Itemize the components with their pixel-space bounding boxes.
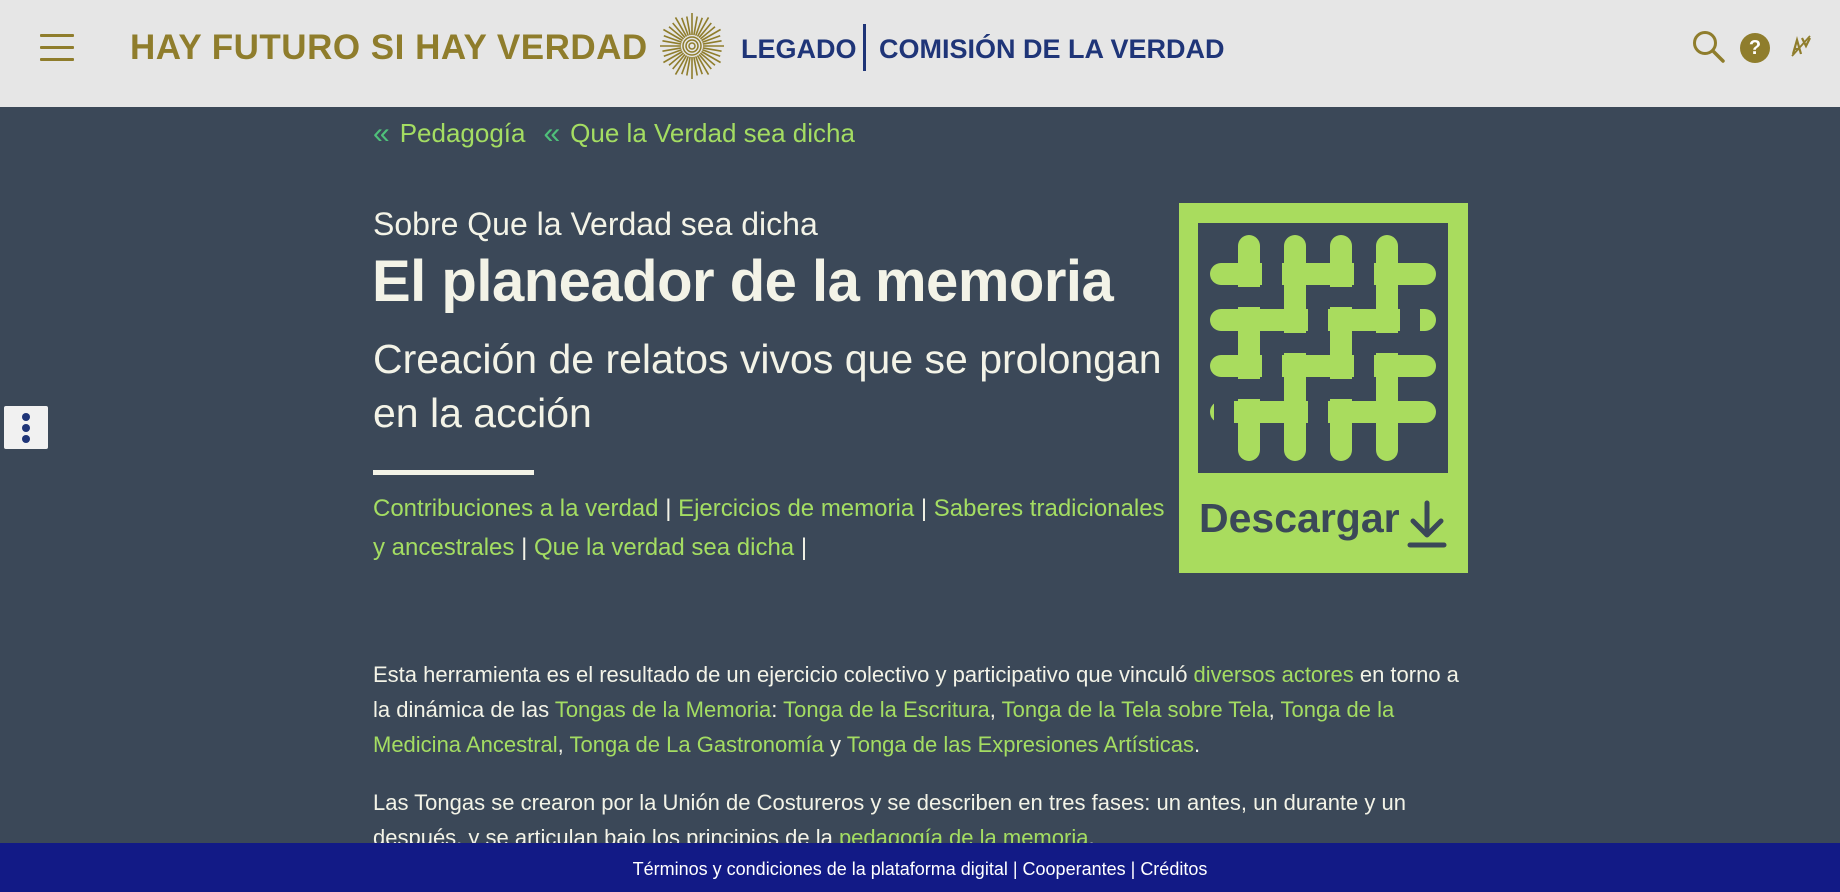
footer-separator: | [1130, 859, 1141, 879]
search-icon[interactable] [1692, 30, 1726, 64]
site-header: HAY FUTURO SI HAY VERDAD LEGADO COMISIÓN… [0, 0, 1840, 107]
tag-separator: | [920, 495, 934, 522]
link-tonga-gastronomia[interactable]: Tonga de La Gastronomía [569, 732, 823, 757]
menu-icon[interactable] [40, 34, 74, 62]
link-tongas-memoria[interactable]: Tongas de la Memoria [555, 697, 771, 722]
text: , [1268, 697, 1281, 722]
dot-icon [22, 413, 30, 421]
breadcrumb: « Pedagogía « Que la Verdad sea dicha [373, 118, 855, 149]
help-icon[interactable]: ? [1740, 33, 1770, 63]
footer-terms-link[interactable]: Términos y condiciones de la plataforma … [633, 859, 1008, 879]
dot-icon [22, 424, 30, 432]
link-diversos-actores[interactable]: diversos actores [1194, 662, 1354, 687]
text: Esta herramienta es el resultado de un e… [373, 662, 1194, 687]
page-subtitle: Creación de relatos vivos que se prolong… [373, 336, 1162, 436]
text: , [989, 697, 1002, 722]
text: y [823, 732, 847, 757]
page-title: El planeador de la memoria [372, 249, 1114, 314]
download-card[interactable]: Descargar [1179, 203, 1468, 573]
footer-cooperantes-link[interactable]: Cooperantes [1023, 859, 1126, 879]
link-tonga-escritura[interactable]: Tonga de la Escritura [783, 697, 990, 722]
breadcrumb-item-verdad[interactable]: « Que la Verdad sea dicha [543, 118, 854, 149]
text: , [557, 732, 570, 757]
text: . [1194, 732, 1201, 757]
link-tonga-tela[interactable]: Tonga de la Tela sobre Tela [1002, 697, 1269, 722]
tag-contribuciones[interactable]: Contribuciones a la verdad [373, 495, 659, 522]
weave-pattern-icon [1210, 235, 1436, 461]
breadcrumb-item-pedagogia[interactable]: « Pedagogía [373, 118, 525, 149]
double-chevron-left-icon: « [373, 116, 390, 150]
weave-panel [1198, 223, 1448, 473]
tag-ejercicios[interactable]: Ejercicios de memoria [678, 495, 914, 522]
download-icon[interactable] [1405, 499, 1449, 549]
download-label[interactable]: Descargar [1199, 495, 1400, 542]
side-options-button[interactable] [4, 406, 48, 449]
legado-label[interactable]: LEGADO [741, 34, 857, 65]
footer-separator: | [1012, 859, 1023, 879]
link-tonga-expresiones[interactable]: Tonga de las Expresiones Artísticas [847, 732, 1194, 757]
comision-label[interactable]: COMISIÓN DE LA VERDAD [879, 34, 1225, 65]
site-slogan[interactable]: HAY FUTURO SI HAY VERDAD [130, 28, 648, 68]
tag-separator: | [521, 534, 534, 561]
tag-separator: | [800, 534, 808, 561]
breadcrumb-label[interactable]: Que la Verdad sea dicha [570, 118, 855, 149]
sun-logo-icon[interactable] [660, 12, 724, 84]
site-footer: Términos y condiciones de la plataforma … [0, 843, 1840, 892]
double-chevron-left-icon: « [543, 116, 561, 150]
footer-creditos-link[interactable]: Créditos [1140, 859, 1207, 879]
accessibility-icon[interactable] [1790, 34, 1812, 58]
title-underline [373, 470, 534, 475]
logo-divider [863, 24, 866, 71]
tag-separator: | [665, 495, 679, 522]
tag-list: Contribuciones a la verdad | Ejercicios … [373, 489, 1183, 567]
tag-que-la-verdad[interactable]: Que la verdad sea dicha [534, 534, 794, 561]
intro-paragraph: Esta herramienta es el resultado de un e… [373, 657, 1469, 762]
breadcrumb-label[interactable]: Pedagogía [400, 118, 526, 149]
text: : [771, 697, 784, 722]
pre-title: Sobre Que la Verdad sea dicha [373, 206, 818, 242]
dot-icon [22, 435, 30, 443]
